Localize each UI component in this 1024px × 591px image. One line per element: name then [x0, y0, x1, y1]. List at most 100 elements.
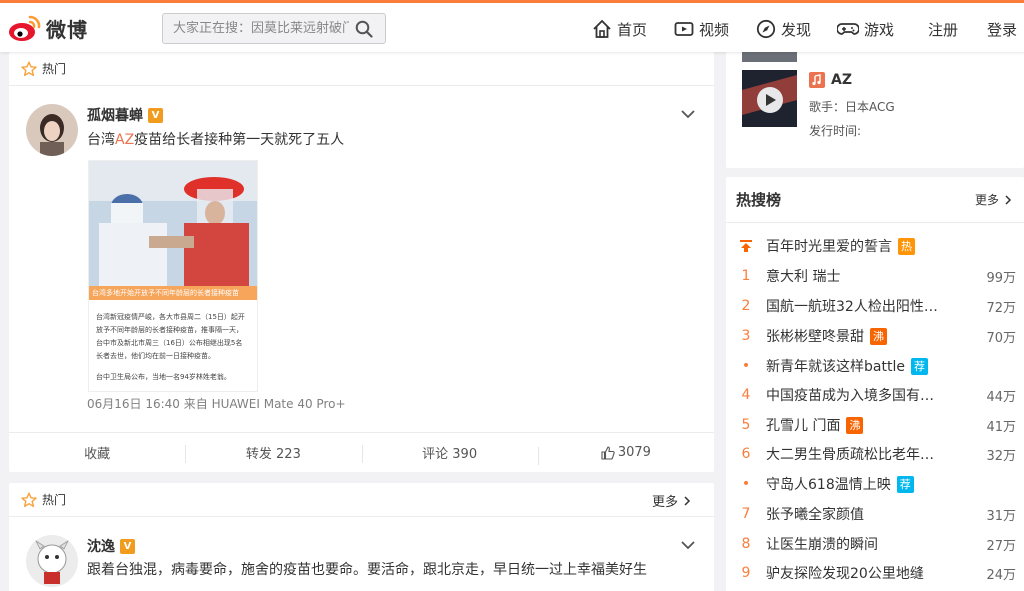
- username-text: 沈逸: [87, 539, 115, 555]
- repost-button[interactable]: 转发 223: [185, 443, 361, 463]
- hot-search-count: 32万: [986, 448, 1016, 464]
- music-title-text: AZ: [831, 72, 852, 88]
- weibo-logo-icon: [9, 15, 41, 41]
- verified-badge: V: [148, 107, 163, 123]
- post-text-part: 疫苗给长者接种第一天就死了五人: [134, 132, 345, 148]
- login-link[interactable]: 登录: [987, 17, 1017, 41]
- favorite-label: 收藏: [84, 447, 111, 462]
- hot-search-item[interactable]: 1 意大利 瑞士 99万: [726, 262, 1024, 290]
- hot-search-count: 99万: [986, 270, 1016, 286]
- chevron-down-icon[interactable]: [679, 536, 697, 554]
- image-body-line: 台中市及新北市周三（16日）公布相继出现5名: [96, 339, 243, 347]
- hot-search-item[interactable]: 9 驴友探险发现20公里地缝 24万: [726, 559, 1024, 587]
- register-label: 注册: [928, 20, 959, 39]
- avatar[interactable]: [26, 535, 78, 587]
- rank-number: 8: [741, 536, 751, 552]
- nav-home[interactable]: 首页: [592, 17, 647, 41]
- hot-search-more-link[interactable]: 更多: [975, 191, 1014, 208]
- nav-game-label: 游戏: [864, 20, 895, 39]
- music-card: AZ 歌手：日本ACG 发行时间:: [726, 52, 1024, 168]
- hot-search-title: 热搜榜: [736, 191, 782, 209]
- video-icon: [674, 22, 694, 36]
- hot-tag-badge: 热: [898, 237, 915, 255]
- chevron-right-icon: [684, 495, 691, 506]
- hot-search-item[interactable]: 百年时光里爱的誓言热: [726, 232, 1024, 260]
- album-cover[interactable]: [742, 70, 797, 127]
- image-body-line: 长者去世，他们均在前一日接种疫苗。: [96, 352, 215, 360]
- rank-number: 4: [741, 387, 751, 403]
- hot-search-count: 41万: [986, 419, 1016, 435]
- hot-search-text: 张予曦全家颜值: [766, 507, 864, 523]
- more-link[interactable]: 更多: [652, 491, 698, 510]
- music-title[interactable]: AZ: [809, 72, 852, 88]
- hot-section-label: 热门: [42, 493, 67, 507]
- hot-tag-badge: 荐: [896, 475, 914, 493]
- like-button[interactable]: 3079: [537, 445, 714, 465]
- hot-search-card: 热搜榜 更多 百年时光里爱的誓言热 1 意大利 瑞士 99万 2 国航一航班32人检出阳性…: [726, 177, 1024, 591]
- album-art: [742, 70, 797, 127]
- star-icon: [21, 492, 37, 507]
- post-image[interactable]: 台湾多地开始开放予不同年龄层的长者接种疫苗 台湾新冠疫情严峻，各大市县周二（15…: [88, 160, 258, 392]
- image-body-line: 台湾新冠疫情严峻，各大市县周二（15日）起开: [96, 313, 245, 321]
- search-input[interactable]: [163, 14, 349, 43]
- favorite-button[interactable]: 收藏: [9, 443, 185, 462]
- post-meta: 06月16日 16:40 来自 HUAWEI Mate 40 Pro+: [87, 397, 346, 411]
- nav-discover[interactable]: 发现: [756, 17, 811, 41]
- hot-section-header: 热门 更多: [9, 483, 714, 517]
- compass-icon: [756, 19, 776, 39]
- top-nav-bar: 微博 首页 视频 发现 游戏 注册 登录: [0, 0, 1024, 52]
- chevron-down-icon[interactable]: [679, 105, 697, 123]
- logo-text: 微博: [46, 17, 88, 42]
- star-icon: [21, 61, 37, 76]
- avatar[interactable]: [26, 104, 78, 156]
- hot-search-item[interactable]: • 守岛人618温情上映荐: [726, 470, 1024, 498]
- rank-number: •: [741, 358, 751, 374]
- hot-search-count: 24万: [986, 567, 1016, 583]
- image-caption: 台湾多地开始开放予不同年龄层的长者接种疫苗: [89, 286, 257, 300]
- comment-button[interactable]: 评论 390: [361, 443, 538, 463]
- hot-search-item[interactable]: 8 让医生崩溃的瞬间 27万: [726, 530, 1024, 558]
- hot-search-item[interactable]: 7 张予曦全家颜值 31万: [726, 500, 1024, 528]
- hot-search-text: 百年时光里爱的誓言: [766, 239, 892, 255]
- hot-search-count: 72万: [986, 300, 1016, 316]
- hot-search-item[interactable]: 3 张彬彬壁咚景甜沸 70万: [726, 322, 1024, 350]
- hot-search-item[interactable]: 4 中国疫苗成为入境多国有… 44万: [726, 381, 1024, 409]
- hot-tag-badge: 沸: [846, 416, 864, 434]
- hot-section-label: 热门: [42, 62, 67, 76]
- username-text: 孤烟暮蝉: [87, 108, 143, 124]
- rank-number: 2: [741, 298, 751, 314]
- nav-video[interactable]: 视频: [674, 17, 729, 41]
- search-button[interactable]: [349, 15, 379, 43]
- post-card: 热门 更多 沈逸 V 跟着台独混，病毒要命，施舍的疫苗也要命。要活命，跟北京走，…: [9, 483, 714, 591]
- weibo-logo[interactable]: 微博: [8, 11, 92, 45]
- chevron-right-icon: [1005, 194, 1012, 205]
- hot-search-text: 意大利 瑞士: [766, 269, 841, 285]
- hot-search-item[interactable]: • 新青年就该这样battle 荐: [726, 352, 1024, 380]
- username[interactable]: 孤烟暮蝉 V: [87, 105, 163, 125]
- hot-search-count: 44万: [986, 389, 1016, 405]
- hot-search-item[interactable]: 2 国航一航班32人检出阳性… 72万: [726, 292, 1024, 320]
- hot-search-text: 驴友探险发现20公里地缝: [766, 566, 924, 582]
- rank-number: 5: [741, 417, 751, 433]
- home-icon: [593, 19, 611, 38]
- thumbs-up-icon: [601, 445, 615, 460]
- hot-search-text: 孔雪儿 门面: [766, 418, 841, 434]
- hot-search-text: 张彬彬壁咚景甜: [766, 329, 864, 345]
- hot-search-text: 大二男生骨质疏松比老年…: [766, 447, 934, 463]
- prev-album-cover[interactable]: [742, 52, 797, 62]
- rank-number: 6: [741, 446, 751, 462]
- post-topic-link[interactable]: AZ: [115, 132, 134, 148]
- post-actions: 收藏 转发 223 评论 390 3079: [9, 432, 714, 472]
- register-link[interactable]: 注册: [928, 17, 958, 41]
- nav-game[interactable]: 游戏: [837, 17, 894, 41]
- hot-search-item[interactable]: 6 大二男生骨质疏松比老年… 32万: [726, 440, 1024, 468]
- rank-number: 1: [741, 268, 751, 284]
- hot-search-item[interactable]: 5 孔雪儿 门面沸 41万: [726, 411, 1024, 439]
- hot-search-text: 中国疫苗成为入境多国有…: [766, 388, 934, 404]
- nav-discover-label: 发现: [781, 20, 812, 39]
- pin-top-icon: [726, 238, 766, 254]
- hot-search-count: 70万: [986, 330, 1016, 346]
- nav-video-label: 视频: [699, 20, 730, 39]
- username[interactable]: 沈逸 V: [87, 536, 135, 556]
- login-label: 登录: [987, 20, 1018, 39]
